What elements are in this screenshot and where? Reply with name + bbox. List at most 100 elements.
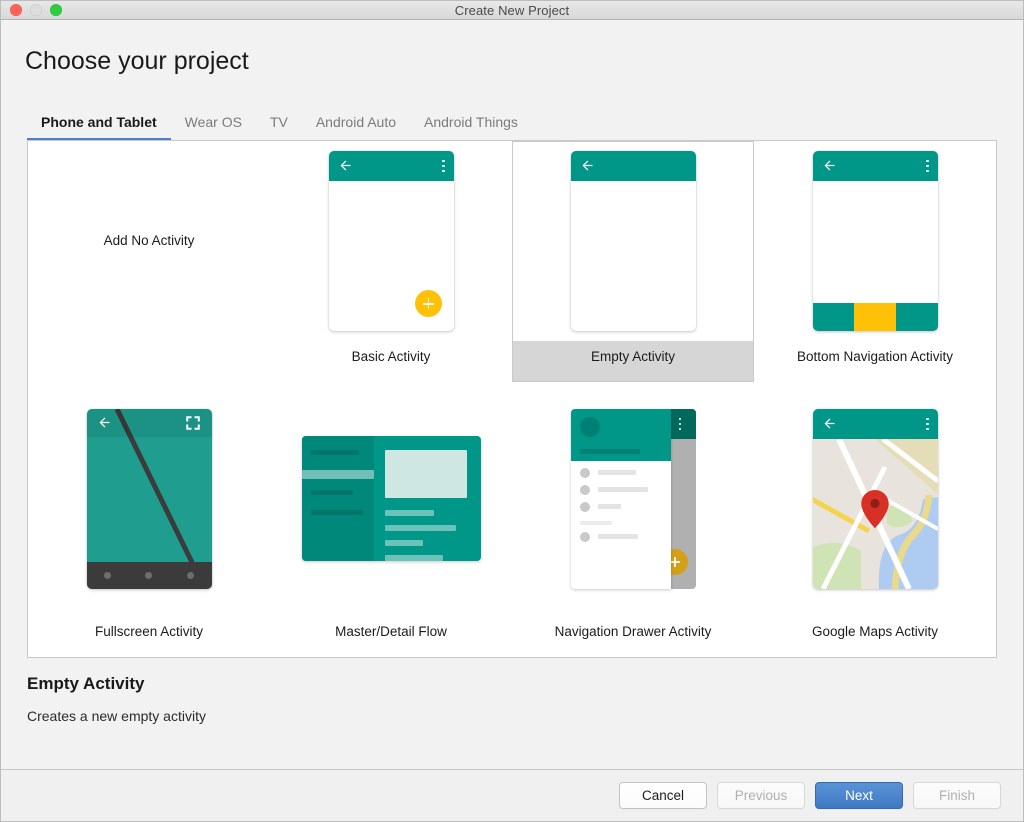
drawer-header (571, 409, 671, 461)
back-arrow-icon (338, 158, 353, 173)
detail-line-2 (385, 525, 456, 531)
tab-tv[interactable]: TV (256, 115, 302, 140)
mockup-appbar (571, 151, 696, 181)
bottom-nav-item-3 (896, 303, 938, 331)
template-label-bottom-navigation-activity: Bottom Navigation Activity (754, 341, 996, 381)
template-thumb-empty-activity (512, 141, 754, 342)
templates-grid: Add No Activity (28, 141, 996, 657)
template-label-basic-activity: Basic Activity (270, 341, 512, 381)
template-card-google-maps-activity[interactable]: Google Maps Activity (754, 382, 996, 657)
drawer-item-3 (571, 495, 671, 512)
dialog-body: Choose your project Phone and Tablet Wea… (1, 20, 1023, 769)
detail-line-4 (385, 555, 443, 561)
phone-mockup-basic (329, 151, 454, 331)
nav-dot-1 (104, 572, 111, 579)
template-thumb-bottom-navigation (754, 141, 996, 342)
back-arrow-icon (97, 415, 112, 430)
drawer-item-2 (571, 478, 671, 495)
template-card-fullscreen-activity[interactable]: Fullscreen Activity (28, 382, 270, 657)
next-button[interactable]: Next (815, 782, 903, 809)
cancel-button[interactable]: Cancel (619, 782, 707, 809)
template-card-add-no-activity[interactable]: Add No Activity (28, 141, 270, 382)
mockup-appbar-transparent (87, 409, 212, 437)
fullscreen-expand-icon (184, 414, 202, 432)
bottom-nav-item-2-active (854, 303, 896, 331)
tab-android-things[interactable]: Android Things (410, 115, 532, 140)
phone-mockup-maps (813, 409, 938, 589)
tab-wear-os[interactable]: Wear OS (171, 115, 256, 140)
template-thumb-google-maps (754, 382, 996, 617)
drawer-item-label (598, 470, 636, 475)
selected-template-description: Empty Activity Creates a new empty activ… (1, 658, 1023, 724)
list-row-3 (311, 490, 353, 495)
window-titlebar: Create New Project (1, 1, 1023, 20)
back-arrow-icon (580, 158, 595, 173)
previous-button[interactable]: Previous (717, 782, 805, 809)
template-label-fullscreen-activity: Fullscreen Activity (28, 616, 270, 656)
phone-mockup-empty (571, 151, 696, 331)
detail-line-1 (385, 510, 434, 516)
tab-phone-and-tablet[interactable]: Phone and Tablet (27, 115, 171, 140)
tab-android-auto[interactable]: Android Auto (302, 115, 410, 140)
list-row-4 (311, 510, 363, 515)
template-thumb-nav-drawer (512, 382, 754, 617)
dialog-footer: Cancel Previous Next Finish (1, 769, 1023, 821)
description-body: Creates a new empty activity (27, 708, 997, 724)
navigation-drawer-panel (571, 409, 671, 589)
drawer-item-icon (580, 502, 590, 512)
map-preview (813, 439, 938, 589)
tablet-mockup-master-detail (302, 436, 481, 561)
phone-mockup-fullscreen (87, 409, 212, 589)
system-navigation-bar (87, 562, 212, 589)
overflow-menu-icon (442, 160, 445, 173)
nav-dot-2 (145, 572, 152, 579)
overflow-menu-icon (679, 418, 682, 431)
detail-pane (374, 436, 481, 561)
back-arrow-icon (822, 416, 837, 431)
phone-mockup-bottom-nav (813, 151, 938, 331)
map-graphic (813, 439, 938, 589)
templates-panel-wrapper: Add No Activity (1, 140, 1023, 658)
avatar (580, 417, 600, 437)
create-new-project-window: Create New Project Choose your project P… (0, 0, 1024, 822)
templates-panel: Add No Activity (27, 140, 997, 658)
template-card-basic-activity[interactable]: Basic Activity (270, 141, 512, 382)
page-title: Choose your project (1, 20, 1023, 76)
finish-button[interactable]: Finish (913, 782, 1001, 809)
template-label-master-detail-flow: Master/Detail Flow (270, 616, 512, 656)
template-card-navigation-drawer-activity[interactable]: Navigation Drawer Activity (512, 382, 754, 657)
drawer-item-1 (571, 461, 671, 478)
drawer-item-icon (580, 485, 590, 495)
drawer-item-label (598, 534, 638, 539)
list-row-2-selected (302, 470, 374, 479)
template-label-navigation-drawer-activity: Navigation Drawer Activity (512, 616, 754, 656)
drawer-item-label (598, 504, 621, 509)
template-card-bottom-navigation-activity[interactable]: Bottom Navigation Activity (754, 141, 996, 382)
template-thumb-master-detail (270, 382, 512, 617)
mockup-appbar (813, 151, 938, 181)
description-title: Empty Activity (27, 674, 997, 694)
drawer-item-4 (571, 525, 671, 542)
template-label-google-maps-activity: Google Maps Activity (754, 616, 996, 656)
category-tabbar: Phone and Tablet Wear OS TV Android Auto… (1, 110, 1023, 140)
drawer-item-icon (580, 532, 590, 542)
bottom-nav-item-1 (813, 303, 855, 331)
detail-line-3 (385, 540, 423, 546)
window-title: Create New Project (1, 1, 1023, 20)
floating-action-button-icon (415, 290, 442, 317)
list-row-1 (311, 450, 359, 455)
drawer-header-line (580, 449, 640, 454)
template-label-empty-activity: Empty Activity (512, 341, 754, 381)
nav-dot-3 (187, 572, 194, 579)
mockup-appbar (813, 409, 938, 439)
template-label-add-no-activity: Add No Activity (104, 233, 195, 248)
overflow-menu-icon (926, 418, 929, 431)
detail-image-placeholder (385, 450, 467, 498)
overflow-menu-icon (926, 160, 929, 173)
template-caption-empty-spacer (28, 341, 270, 381)
template-card-master-detail-flow[interactable]: Master/Detail Flow (270, 382, 512, 657)
template-card-empty-activity[interactable]: Empty Activity (512, 141, 754, 382)
bottom-navigation-bar (813, 303, 938, 331)
drawer-item-icon (580, 468, 590, 478)
phone-mockup-nav-drawer (571, 409, 696, 589)
